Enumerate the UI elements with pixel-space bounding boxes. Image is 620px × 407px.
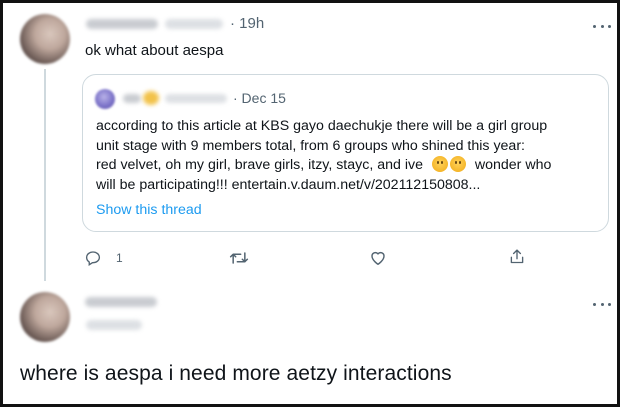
quoted-line-3: red velvet, oh my girl, brave girls, itz… bbox=[96, 156, 602, 176]
like-icon bbox=[371, 251, 385, 265]
avatar[interactable] bbox=[20, 292, 70, 342]
quoted-line-2: unit stage with 9 members total, from 6 … bbox=[96, 137, 525, 154]
share-icon bbox=[510, 249, 524, 264]
share-button[interactable] bbox=[508, 247, 526, 266]
quoted-line-4: will be participating!!! entertain.v.dau… bbox=[96, 176, 481, 193]
quoted-line-1: according to this article at KBS gayo da… bbox=[96, 118, 548, 134]
tweet-text: ok what about aespa bbox=[85, 42, 224, 59]
quoted-name-emoji-blurred bbox=[143, 91, 159, 105]
quoted-tweet-date: · Dec 15 bbox=[233, 90, 286, 106]
quoted-tweet-card[interactable]: · Dec 15 according to this article at KB… bbox=[82, 74, 609, 232]
thinking-face-emoji bbox=[449, 156, 466, 173]
reply-tweet-text: where is aespa i need more aetzy interac… bbox=[20, 362, 452, 385]
more-icon[interactable] bbox=[593, 301, 611, 307]
screenshot-frame: · 19h ok what about aespa · Dec 15 accor… bbox=[0, 0, 620, 407]
avatar[interactable] bbox=[20, 14, 70, 64]
quoted-line-3-tail: wonder who bbox=[474, 157, 552, 174]
show-thread-link[interactable]: Show this thread bbox=[96, 202, 202, 218]
quoted-display-name-blurred bbox=[123, 94, 141, 103]
more-icon[interactable] bbox=[593, 23, 611, 29]
like-button[interactable] bbox=[369, 249, 387, 266]
thread-line bbox=[44, 69, 46, 281]
reply-icon bbox=[85, 251, 101, 266]
retweet-button[interactable] bbox=[229, 249, 249, 267]
reply-button[interactable]: 1 bbox=[84, 249, 123, 267]
username-blurred bbox=[165, 19, 223, 29]
quoted-tweet-text: according to this article at KBS gayo da… bbox=[96, 117, 602, 195]
reply-count: 1 bbox=[116, 251, 123, 265]
quoted-username-blurred bbox=[165, 94, 227, 103]
quoted-line-3-text: red velvet, oh my girl, brave girls, itz… bbox=[96, 157, 423, 174]
display-name-blurred[interactable] bbox=[86, 19, 158, 29]
retweet-icon bbox=[229, 252, 249, 264]
display-name-blurred[interactable] bbox=[85, 297, 157, 307]
thinking-face-emoji bbox=[431, 156, 448, 173]
tweet-time[interactable]: · 19h bbox=[230, 15, 264, 32]
username-blurred bbox=[86, 320, 142, 330]
quoted-avatar bbox=[95, 89, 115, 109]
